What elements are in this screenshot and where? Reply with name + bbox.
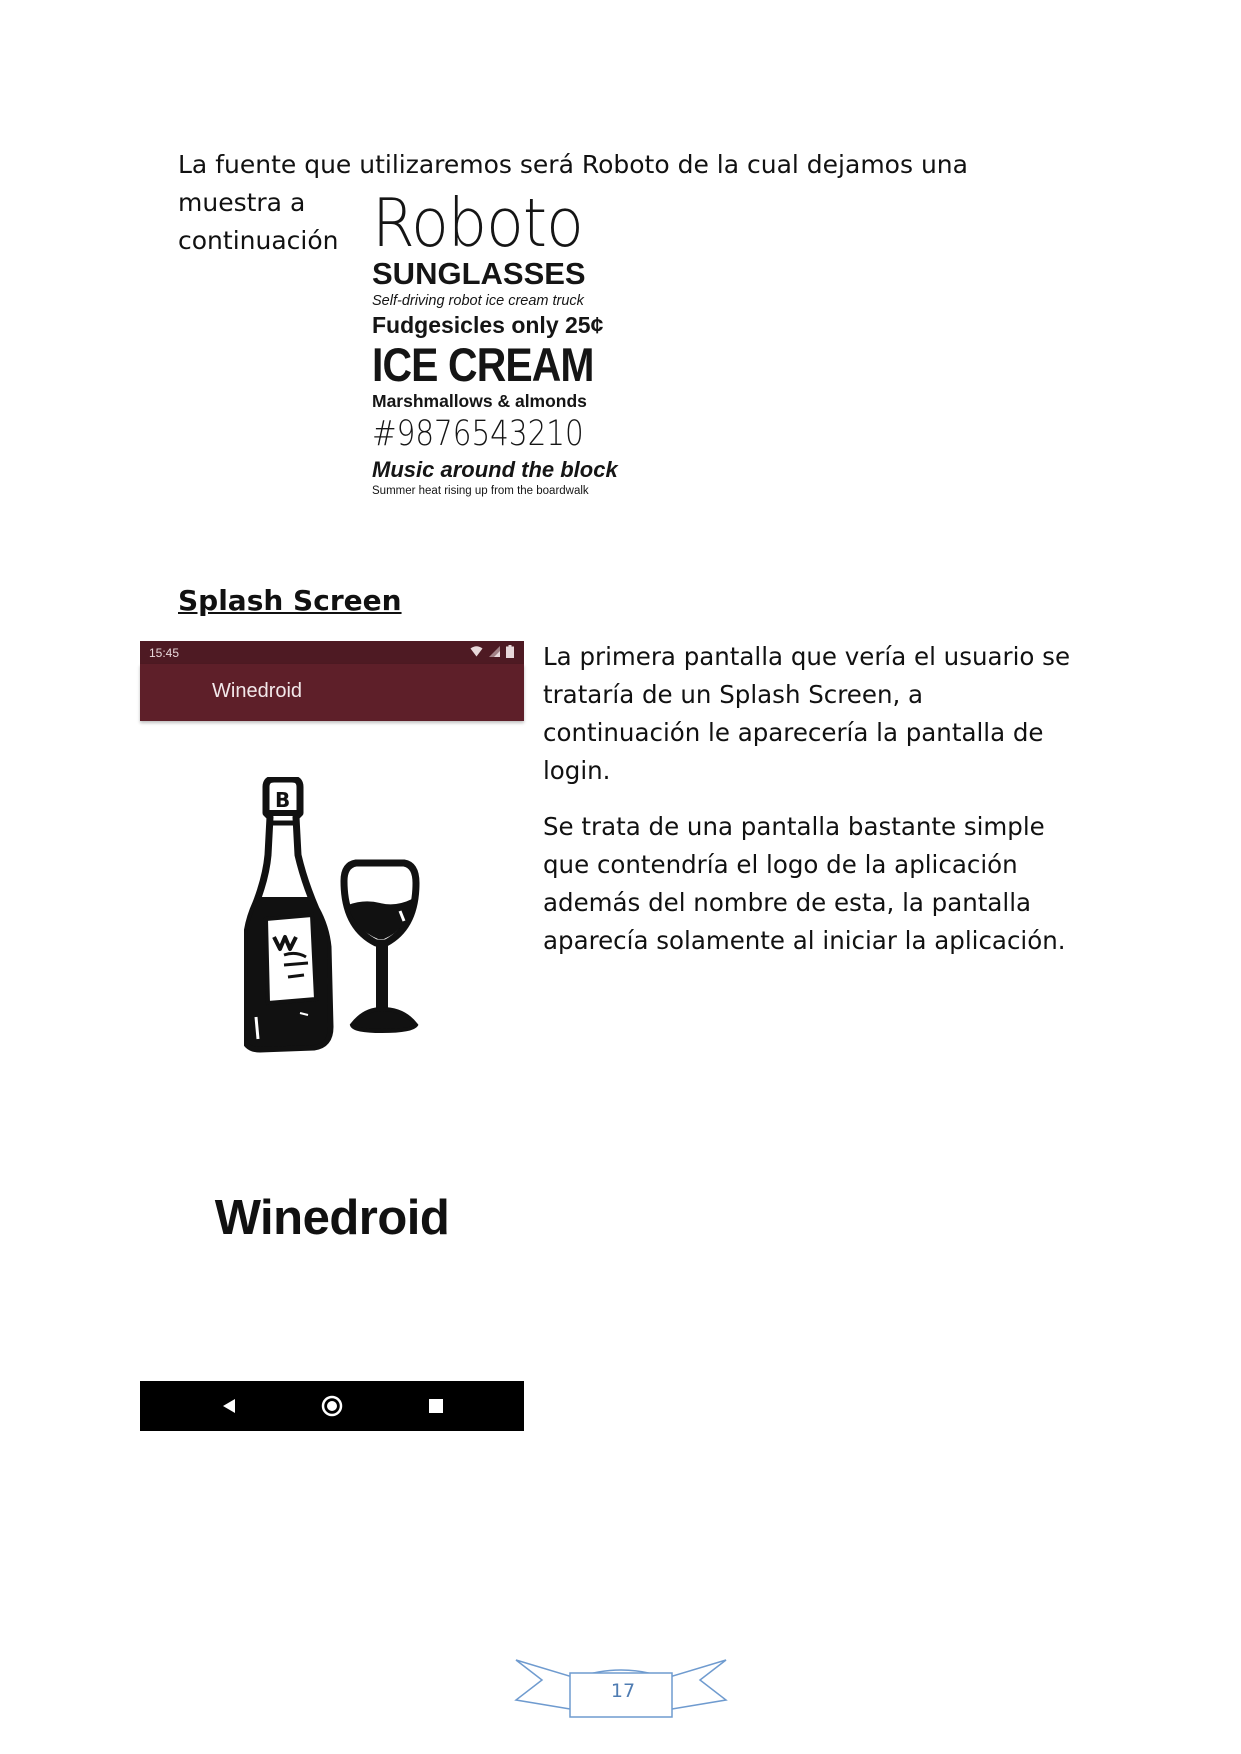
home-circle-icon <box>321 1395 343 1417</box>
status-time: 15:45 <box>149 646 180 660</box>
svg-text:B: B <box>275 788 290 812</box>
navigation-bar <box>140 1381 524 1431</box>
wifi-icon <box>470 646 483 657</box>
recent-apps-button[interactable] <box>406 1381 466 1431</box>
intro-paragraph: La fuente que utilizaremos será Roboto d… <box>178 146 1078 260</box>
page-number: 17 <box>610 1680 636 1702</box>
specimen-ice-cream: ICE CREAM <box>372 338 594 391</box>
battery-icon <box>506 645 514 658</box>
specimen-title: Roboto <box>372 184 584 262</box>
status-bar: 15:45 <box>140 641 524 664</box>
splash-description: La primera pantalla que vería el usuario… <box>543 638 1083 978</box>
app-bar-title: Winedroid <box>212 680 303 702</box>
intro-line-2: continuación <box>178 226 339 255</box>
back-triangle-icon <box>223 1399 235 1413</box>
back-button[interactable] <box>199 1381 259 1431</box>
splash-app-name: Winedroid <box>214 1191 450 1245</box>
square-icon <box>429 1399 443 1413</box>
wine-bottle-glass-logo: B <box>244 777 420 1053</box>
app-bar: Winedroid <box>140 664 524 721</box>
specimen-self-driving: Self-driving robot ice cream truck <box>372 293 584 309</box>
roboto-font-specimen: Roboto SUNGLASSES Self-driving robot ice… <box>372 184 618 499</box>
description-paragraph-2: Se trata de una pantalla bastante simple… <box>543 812 1066 955</box>
specimen-fudgesicles: Fudgesicles only 25¢ <box>372 312 604 338</box>
specimen-music: Music around the block <box>372 457 618 482</box>
status-icons <box>470 645 514 658</box>
signal-icon <box>489 646 500 657</box>
section-heading: Splash Screen <box>178 584 402 617</box>
specimen-digits: #9876543210 <box>372 414 584 454</box>
specimen-summer: Summer heat rising up from the boardwalk <box>372 485 589 497</box>
specimen-marshmallows: Marshmallows & almonds <box>372 391 587 411</box>
description-paragraph-1: La primera pantalla que vería el usuario… <box>543 642 1071 785</box>
home-button[interactable] <box>302 1381 362 1431</box>
splash-screen-mockup: 15:45 Winedroid B Winedroid <box>140 641 524 1431</box>
